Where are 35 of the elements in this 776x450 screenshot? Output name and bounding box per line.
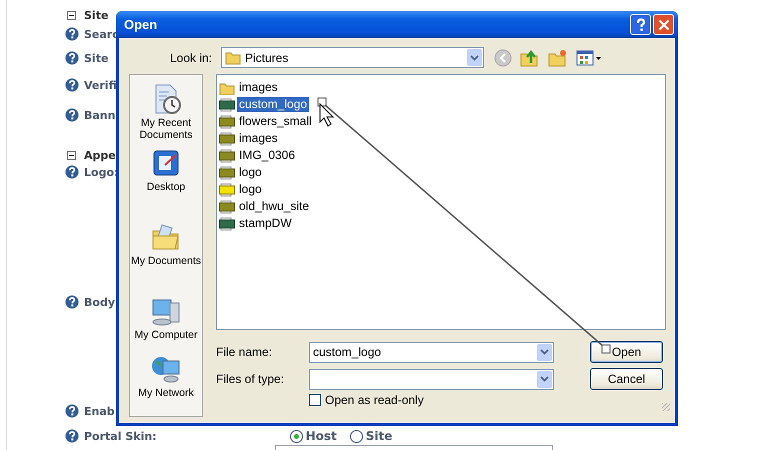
field-label: Portal Skin: [84,430,157,442]
section-heading: Appe [84,148,116,162]
field-label: Verifi [84,78,117,92]
file-item[interactable]: custom_logo [237,97,310,112]
file-item[interactable]: IMG_0306 [237,148,298,163]
field-label: Body [84,296,115,308]
field-label: Logo: [84,166,118,178]
place-item[interactable]: My Recent Documents [130,83,202,141]
file-item[interactable]: logo [237,165,264,180]
read-only-label: Open as read-only [325,393,424,407]
place-item[interactable]: My Network [138,353,194,399]
radio-label: Site [366,429,392,443]
section-heading: Site [84,8,108,22]
window-title: Open [124,17,158,32]
file-name-label: File name: [216,345,274,359]
field-label: Site [84,52,108,64]
file-item[interactable]: images [237,131,280,146]
file-name-field[interactable]: custom_logo [309,342,554,362]
file-type-label: Files of type: [216,372,286,386]
place-item[interactable]: My Documents [130,221,202,267]
file-item[interactable]: stampDW [237,216,294,231]
look-in-label: Look in: [168,50,212,64]
dialog-button[interactable]: Cancel [590,368,663,390]
radio-label: Host [306,429,337,443]
file-item[interactable]: images [237,80,280,95]
dialog-button[interactable]: Open [590,341,663,363]
field-label: Bann [84,108,116,122]
field-label: Searc [84,28,119,40]
field-label: Enab [84,404,115,418]
file-item[interactable]: old_hwu_site [237,199,312,214]
place-item[interactable]: Desktop [146,147,186,193]
file-item[interactable]: logo [237,182,264,197]
place-item[interactable]: My Computer [134,295,198,341]
file-item[interactable]: flowers_small [237,114,314,129]
look-in-dropdown[interactable]: Pictures [221,47,484,68]
